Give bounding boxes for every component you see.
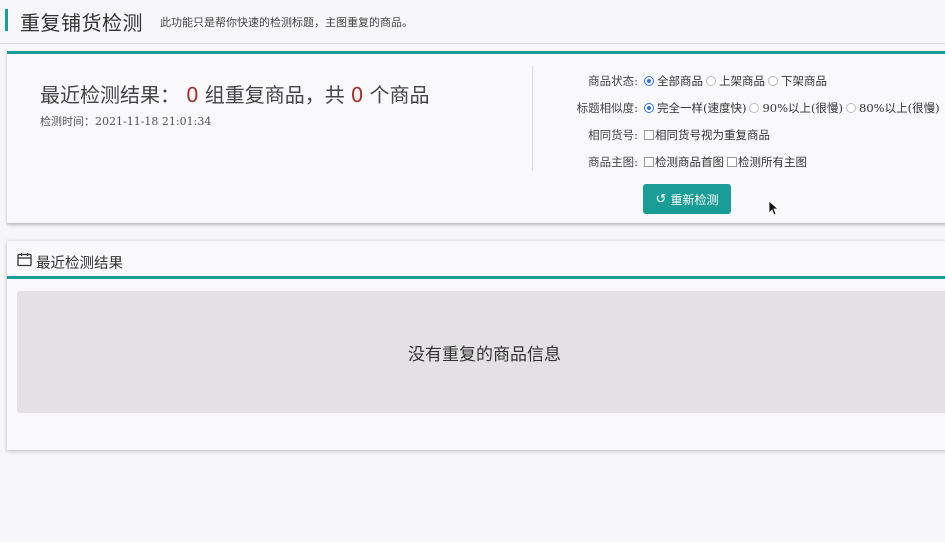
check-time-label: 检测时间： — [40, 115, 95, 128]
radio-icon[interactable] — [749, 103, 760, 113]
main-image-row: 商品主图: 检测商品首图 检测所有主图 — [547, 153, 810, 171]
summary-suffix: 个商品 — [369, 83, 430, 107]
mouse-cursor-icon — [768, 200, 778, 216]
result-summary: 最近检测结果： 0 组重复商品，共 0 个商品 — [40, 79, 429, 108]
radio-selected-icon[interactable] — [644, 103, 654, 113]
status-option-off-shelf[interactable]: 下架商品 — [768, 73, 827, 89]
results-heading: 最近检测结果 — [36, 256, 123, 272]
status-label: 商品状态: — [588, 74, 638, 88]
results-header: 最近检测结果 — [7, 241, 945, 279]
summary-prefix: 最近检测结果： — [40, 83, 180, 107]
similarity-option-80[interactable]: 80%以上(很慢) — [846, 100, 940, 116]
checkbox-icon[interactable] — [727, 157, 737, 167]
summary-mid: 组重复商品，共 — [204, 83, 345, 107]
main-image-label: 商品主图: — [588, 155, 638, 169]
status-row: 商品状态: 全部商品 上架商品 下架商品 — [547, 72, 830, 90]
similarity-option-exact[interactable]: 完全一样(速度快) — [644, 100, 746, 116]
radio-icon[interactable] — [768, 76, 778, 86]
check-time-value: 2021-11-18 21:01:34 — [95, 115, 212, 128]
radio-icon[interactable] — [706, 76, 716, 86]
empty-message: 没有重复的商品信息 — [408, 344, 561, 365]
check-time: 检测时间：2021-11-18 21:01:34 — [40, 113, 211, 129]
group-count: 0 — [186, 83, 199, 107]
checkbox-icon[interactable] — [644, 157, 654, 167]
similarity-label: 标题相似度: — [576, 101, 638, 115]
header-accent-bar — [5, 9, 8, 31]
summary-panel: 最近检测结果： 0 组重复商品，共 0 个商品 检测时间：2021-11-18 21:0… — [7, 51, 945, 223]
item-count: 0 — [350, 83, 364, 107]
status-option-all[interactable]: 全部商品 — [644, 73, 703, 89]
results-panel: 最近检测结果 没有重复的商品信息 — [7, 241, 945, 450]
page-title: 重复铺货检测 — [20, 11, 143, 35]
recheck-button[interactable]: ↺ 重新检测 — [643, 184, 731, 214]
check-all-images-checkbox[interactable]: 检测所有主图 — [727, 154, 807, 170]
radio-selected-icon[interactable] — [644, 76, 654, 86]
radio-icon[interactable] — [846, 103, 857, 113]
check-first-image-checkbox[interactable]: 检测商品首图 — [644, 154, 724, 170]
similarity-row: 标题相似度: 完全一样(速度快) 90%以上(很慢) 80%以上(很慢) — [547, 99, 943, 117]
recheck-button-label: 重新检测 — [670, 192, 719, 207]
panel-divider — [532, 66, 533, 171]
page-header: 重复铺货检测 此功能只是帮你快速的检测标题，主图重复的商品。 — [0, 0, 945, 44]
calendar-icon — [17, 252, 32, 267]
page-subtitle: 此功能只是帮你快速的检测标题，主图重复的商品。 — [160, 16, 413, 29]
similarity-option-90[interactable]: 90%以上(很慢) — [749, 100, 843, 116]
refresh-icon: ↺ — [655, 191, 667, 207]
empty-state: 没有重复的商品信息 — [17, 291, 945, 413]
checkbox-icon[interactable] — [644, 130, 654, 140]
same-sku-row: 相同货号: 相同货号视为重复商品 — [547, 126, 773, 144]
status-option-on-shelf[interactable]: 上架商品 — [706, 73, 765, 89]
same-sku-checkbox[interactable]: 相同货号视为重复商品 — [644, 127, 770, 143]
same-sku-label: 相同货号: — [588, 128, 638, 142]
